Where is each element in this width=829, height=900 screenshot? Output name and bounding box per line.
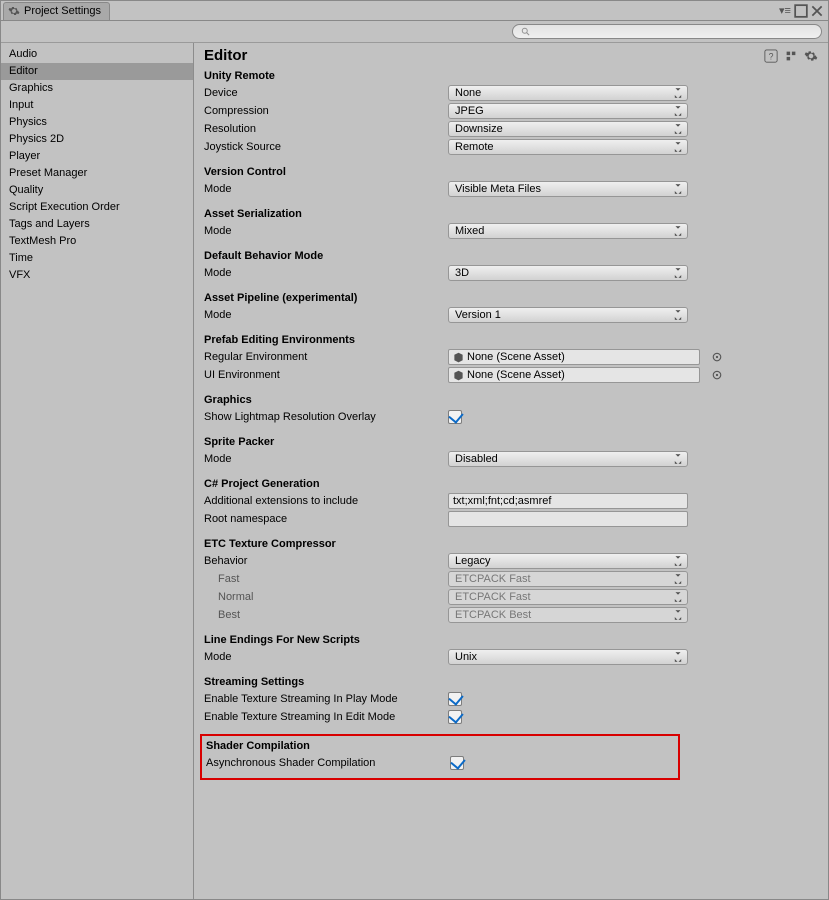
- context-menu-icon[interactable]: ▾≡: [778, 4, 792, 18]
- search-icon: [521, 27, 531, 37]
- label-serial-mode: Mode: [204, 222, 448, 240]
- label-device: Device: [204, 84, 448, 102]
- section-prefab: Prefab Editing Environments: [204, 334, 818, 346]
- label-le-mode: Mode: [204, 648, 448, 666]
- section-graphics: Graphics: [204, 394, 818, 406]
- label-sprite-mode: Mode: [204, 450, 448, 468]
- section-sprite-packer: Sprite Packer: [204, 436, 818, 448]
- label-prefab-regular: Regular Environment: [204, 348, 448, 366]
- window-tab[interactable]: Project Settings: [3, 2, 110, 20]
- sidebar-item-presetmanager[interactable]: Preset Manager: [1, 165, 193, 182]
- section-default-behavior: Default Behavior Mode: [204, 250, 818, 262]
- maximize-icon[interactable]: [794, 4, 808, 18]
- object-picker-regular[interactable]: [711, 351, 723, 363]
- page-title: Editor: [204, 47, 247, 64]
- input-extensions[interactable]: [448, 493, 688, 509]
- dropdown-vc-mode[interactable]: Visible Meta Files: [448, 181, 688, 197]
- sidebar-item-editor[interactable]: Editor: [1, 63, 193, 80]
- gear-icon[interactable]: [804, 49, 818, 63]
- sidebar-item-audio[interactable]: Audio: [1, 46, 193, 63]
- preset-icon[interactable]: [784, 49, 798, 63]
- section-asset-pipeline: Asset Pipeline (experimental): [204, 292, 818, 304]
- label-extensions: Additional extensions to include: [204, 492, 448, 510]
- toolbar: [1, 21, 828, 43]
- checkbox-lightmap-overlay[interactable]: [448, 410, 462, 424]
- dropdown-etc-best: ETCPACK Best: [448, 607, 688, 623]
- label-rootns: Root namespace: [204, 510, 448, 528]
- dropdown-etc-behavior[interactable]: Legacy: [448, 553, 688, 569]
- sidebar-item-quality[interactable]: Quality: [1, 182, 193, 199]
- label-etc-best: Best: [204, 606, 448, 624]
- highlight-shader-compilation: Shader Compilation Asynchronous Shader C…: [200, 734, 680, 780]
- dropdown-joystick[interactable]: Remote: [448, 139, 688, 155]
- dropdown-resolution[interactable]: Downsize: [448, 121, 688, 137]
- dropdown-pipeline-mode[interactable]: Version 1: [448, 307, 688, 323]
- label-async-shader: Asynchronous Shader Compilation: [206, 754, 450, 772]
- search-text[interactable]: [535, 26, 813, 38]
- sidebar-item-graphics[interactable]: Graphics: [1, 80, 193, 97]
- sidebar-item-player[interactable]: Player: [1, 148, 193, 165]
- checkbox-stream-play[interactable]: [448, 692, 462, 706]
- dropdown-compression[interactable]: JPEG: [448, 103, 688, 119]
- project-settings-window: Project Settings ▾≡ Audio Editor Graphic…: [0, 0, 829, 900]
- label-etc-behavior: Behavior: [204, 552, 448, 570]
- label-behavior-mode: Mode: [204, 264, 448, 282]
- section-csharp: C# Project Generation: [204, 478, 818, 490]
- input-rootns[interactable]: [448, 511, 688, 527]
- sidebar-item-physics2d[interactable]: Physics 2D: [1, 131, 193, 148]
- label-lightmap-overlay: Show Lightmap Resolution Overlay: [204, 408, 448, 426]
- dropdown-serial-mode[interactable]: Mixed: [448, 223, 688, 239]
- section-shader: Shader Compilation: [206, 740, 674, 752]
- label-vc-mode: Mode: [204, 180, 448, 198]
- sidebar-item-time[interactable]: Time: [1, 250, 193, 267]
- content: Editor ? Unity Remote DeviceNone Compres…: [194, 43, 828, 899]
- svg-text:?: ?: [769, 51, 774, 61]
- label-compression: Compression: [204, 102, 448, 120]
- sidebar-item-tagslayers[interactable]: Tags and Layers: [1, 216, 193, 233]
- label-joystick: Joystick Source: [204, 138, 448, 156]
- label-prefab-ui: UI Environment: [204, 366, 448, 384]
- section-streaming: Streaming Settings: [204, 676, 818, 688]
- sidebar-item-scriptexec[interactable]: Script Execution Order: [1, 199, 193, 216]
- sidebar-item-textmeshpro[interactable]: TextMesh Pro: [1, 233, 193, 250]
- dropdown-etc-normal: ETCPACK Fast: [448, 589, 688, 605]
- section-etc: ETC Texture Compressor: [204, 538, 818, 550]
- section-line-endings: Line Endings For New Scripts: [204, 634, 818, 646]
- search-input[interactable]: [512, 24, 822, 39]
- dropdown-etc-fast: ETCPACK Fast: [448, 571, 688, 587]
- close-icon[interactable]: [810, 4, 824, 18]
- label-etc-fast: Fast: [204, 570, 448, 588]
- help-icon[interactable]: ?: [764, 49, 778, 63]
- section-version-control: Version Control: [204, 166, 818, 178]
- section-asset-serial: Asset Serialization: [204, 208, 818, 220]
- dropdown-device[interactable]: None: [448, 85, 688, 101]
- object-picker-ui[interactable]: [711, 369, 723, 381]
- unity-icon: [453, 352, 464, 363]
- checkbox-async-shader[interactable]: [450, 756, 464, 770]
- sidebar-item-input[interactable]: Input: [1, 97, 193, 114]
- dropdown-sprite-mode[interactable]: Disabled: [448, 451, 688, 467]
- gear-icon: [8, 5, 20, 17]
- dropdown-behavior-mode[interactable]: 3D: [448, 265, 688, 281]
- label-pipeline-mode: Mode: [204, 306, 448, 324]
- sidebar: Audio Editor Graphics Input Physics Phys…: [1, 43, 194, 899]
- sidebar-item-physics[interactable]: Physics: [1, 114, 193, 131]
- window-tab-label: Project Settings: [24, 5, 101, 17]
- label-etc-normal: Normal: [204, 588, 448, 606]
- label-stream-play: Enable Texture Streaming In Play Mode: [204, 690, 448, 708]
- object-ui-env[interactable]: None (Scene Asset): [448, 367, 700, 383]
- label-resolution: Resolution: [204, 120, 448, 138]
- dropdown-le-mode[interactable]: Unix: [448, 649, 688, 665]
- label-stream-edit: Enable Texture Streaming In Edit Mode: [204, 708, 448, 726]
- checkbox-stream-edit[interactable]: [448, 710, 462, 724]
- titlebar: Project Settings ▾≡: [1, 1, 828, 21]
- object-regular-env[interactable]: None (Scene Asset): [448, 349, 700, 365]
- unity-icon: [453, 370, 464, 381]
- sidebar-item-vfx[interactable]: VFX: [1, 267, 193, 284]
- section-unity-remote: Unity Remote: [204, 70, 818, 82]
